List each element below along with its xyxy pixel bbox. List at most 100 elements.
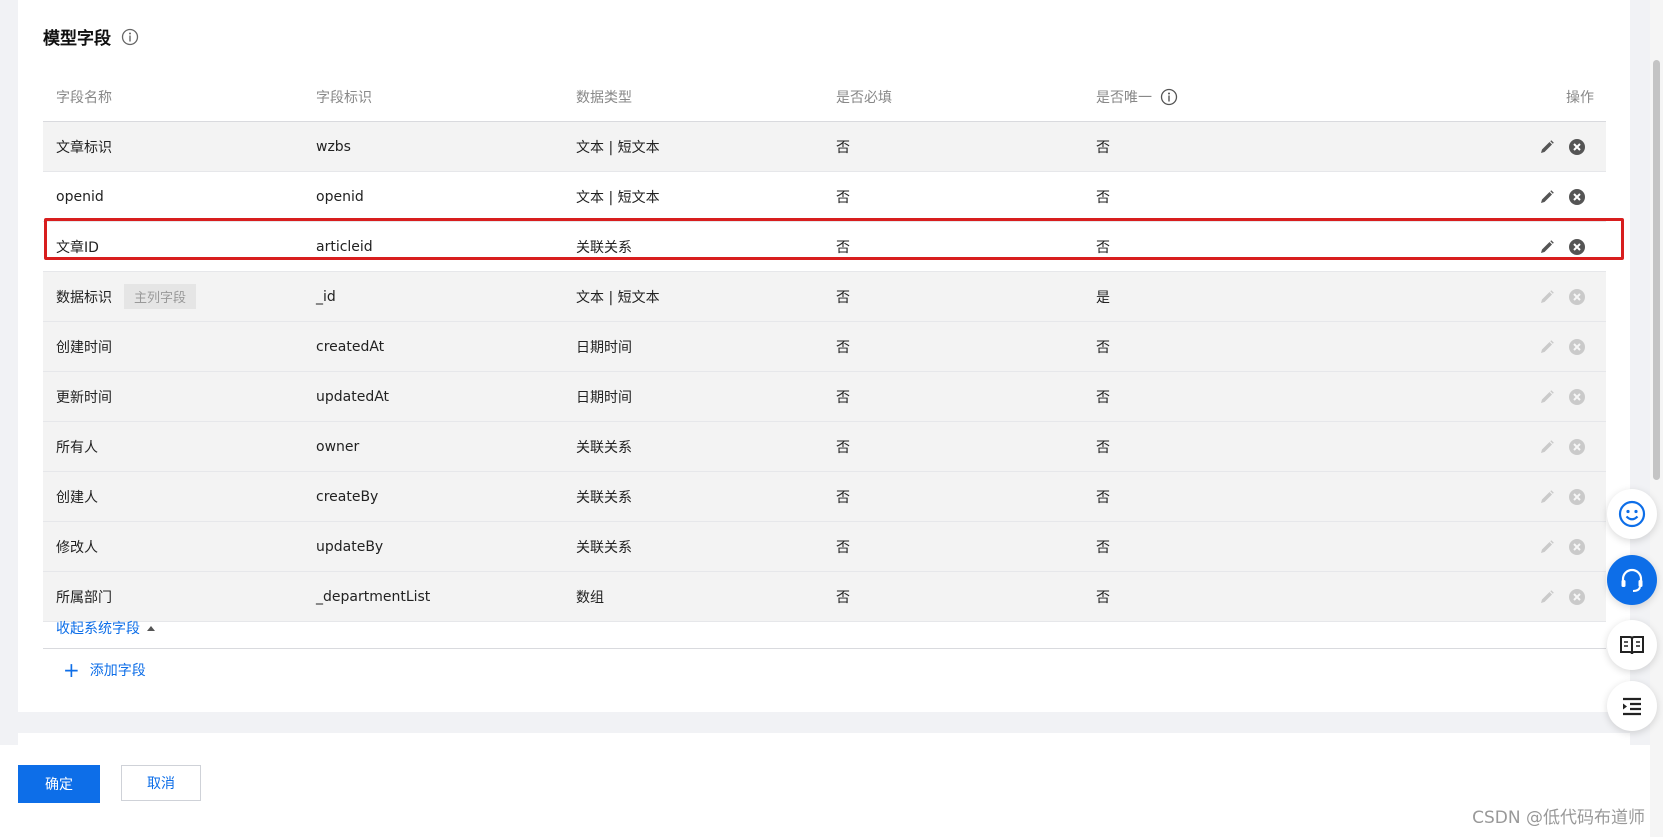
info-icon[interactable] [121, 28, 139, 46]
edit-icon [1539, 389, 1555, 405]
cell-unique: 否 [1096, 589, 1110, 606]
cell-field-key: updateBy [316, 538, 384, 555]
field-name: 更新时间 [56, 389, 112, 406]
cell-actions [1383, 388, 1606, 406]
cell-required: 否 [836, 289, 850, 306]
watermark: CSDN @低代码布道师 [1472, 808, 1645, 828]
delete-icon [1568, 438, 1586, 456]
cell-field-key: articleid [316, 238, 373, 255]
field-name: 修改人 [56, 539, 98, 556]
delete-icon [1568, 288, 1586, 306]
table-row: 文章标识 wzbs 文本 | 短文本 否 否 [43, 122, 1606, 172]
edit-icon [1539, 589, 1555, 605]
section-title: 模型字段 [43, 24, 139, 49]
edit-icon[interactable] [1539, 139, 1555, 155]
caret-up-icon [147, 626, 155, 631]
cell-unique: 否 [1096, 439, 1110, 456]
header-actions: 操作 [1566, 90, 1594, 106]
edit-icon [1539, 289, 1555, 305]
collapse-label: 收起系统字段 [56, 621, 140, 637]
cell-required: 否 [836, 139, 850, 156]
header-data-type: 数据类型 [576, 90, 632, 106]
delete-icon [1568, 338, 1586, 356]
cell-field-key: createdAt [316, 338, 385, 355]
cell-unique: 否 [1096, 389, 1110, 406]
cell-unique: 否 [1096, 339, 1110, 356]
cell-field-name: 创建人 [43, 487, 303, 507]
cell-field-name: 更新时间 [43, 387, 303, 407]
cell-data-type: 关联关系 [576, 539, 632, 556]
cell-data-type: 关联关系 [576, 489, 632, 506]
edit-icon[interactable] [1539, 239, 1555, 255]
cell-field-key: createBy [316, 488, 379, 505]
header-unique: 是否唯一 [1083, 87, 1383, 107]
delete-icon[interactable] [1568, 138, 1586, 156]
cell-required: 否 [836, 489, 850, 506]
field-name: 创建人 [56, 489, 98, 506]
delete-icon [1568, 488, 1586, 506]
table-row: openid openid 文本 | 短文本 否 否 [43, 172, 1606, 222]
cell-unique: 否 [1096, 539, 1110, 556]
cell-field-name: 数据标识 主列字段 [43, 284, 303, 309]
cell-field-name: 文章ID [43, 237, 303, 257]
cell-required: 否 [836, 539, 850, 556]
collapse-system-fields-link[interactable]: 收起系统字段 [56, 618, 156, 638]
headset-icon [1621, 568, 1643, 592]
cell-field-name: 文章标识 [43, 137, 303, 157]
delete-icon[interactable] [1568, 188, 1586, 206]
menu-outline-button[interactable] [1607, 681, 1657, 731]
table-row: 创建时间 createdAt 日期时间 否 否 [43, 322, 1606, 372]
field-name: 文章ID [56, 239, 99, 256]
cell-unique: 否 [1096, 239, 1110, 256]
table-row: 修改人 updateBy 关联关系 否 否 [43, 522, 1606, 572]
table-row: 创建人 createBy 关联关系 否 否 [43, 472, 1606, 522]
cell-field-key: openid [316, 188, 364, 205]
footer-bar: 确定 取消 CSDN @低代码布道师 [0, 745, 1663, 837]
cell-unique: 否 [1096, 489, 1110, 506]
confirm-button[interactable]: 确定 [18, 765, 100, 803]
edit-icon[interactable] [1539, 189, 1555, 205]
cancel-button[interactable]: 取消 [121, 765, 201, 801]
cell-required: 否 [836, 339, 850, 356]
delete-icon [1568, 588, 1586, 606]
cell-unique: 是 [1096, 289, 1110, 306]
cell-field-name: 创建时间 [43, 337, 303, 357]
smiley-icon [1618, 500, 1646, 528]
header-unique-label: 是否唯一 [1096, 90, 1152, 106]
delete-icon [1568, 388, 1586, 406]
header-required: 是否必填 [836, 90, 892, 106]
primary-field-tag: 主列字段 [124, 284, 197, 309]
customer-service-button[interactable] [1607, 555, 1657, 605]
edit-icon [1539, 539, 1555, 555]
table-row: 更新时间 updatedAt 日期时间 否 否 [43, 372, 1606, 422]
add-field-button[interactable]: + 添加字段 [63, 660, 146, 680]
cell-field-name: 修改人 [43, 537, 303, 557]
cell-required: 否 [836, 389, 850, 406]
cell-data-type: 日期时间 [576, 339, 632, 356]
cell-required: 否 [836, 589, 850, 606]
cell-data-type: 文本 | 短文本 [576, 139, 660, 156]
cell-field-name: 所有人 [43, 437, 303, 457]
unique-info-icon[interactable] [1160, 88, 1178, 106]
edit-icon [1539, 339, 1555, 355]
cell-field-key: _departmentList [316, 588, 431, 605]
cell-data-type: 文本 | 短文本 [576, 289, 660, 306]
cell-field-key: wzbs [316, 138, 351, 155]
edit-icon [1539, 489, 1555, 505]
section-title-text: 模型字段 [43, 29, 111, 49]
edit-icon [1539, 439, 1555, 455]
cell-data-type: 关联关系 [576, 239, 632, 256]
cell-actions [1383, 488, 1606, 506]
cell-data-type: 关联关系 [576, 439, 632, 456]
field-name: 文章标识 [56, 139, 112, 156]
cell-unique: 否 [1096, 139, 1110, 156]
docs-button[interactable] [1607, 620, 1657, 670]
scroll-thumb[interactable] [1653, 60, 1660, 480]
cell-required: 否 [836, 239, 850, 256]
field-name: openid [56, 188, 104, 205]
feedback-smiley-button[interactable] [1607, 489, 1657, 539]
cell-data-type: 日期时间 [576, 389, 632, 406]
cell-required: 否 [836, 439, 850, 456]
table-header: 字段名称 字段标识 数据类型 是否必填 是否唯一 操作 [43, 73, 1606, 122]
delete-icon[interactable] [1568, 238, 1586, 256]
